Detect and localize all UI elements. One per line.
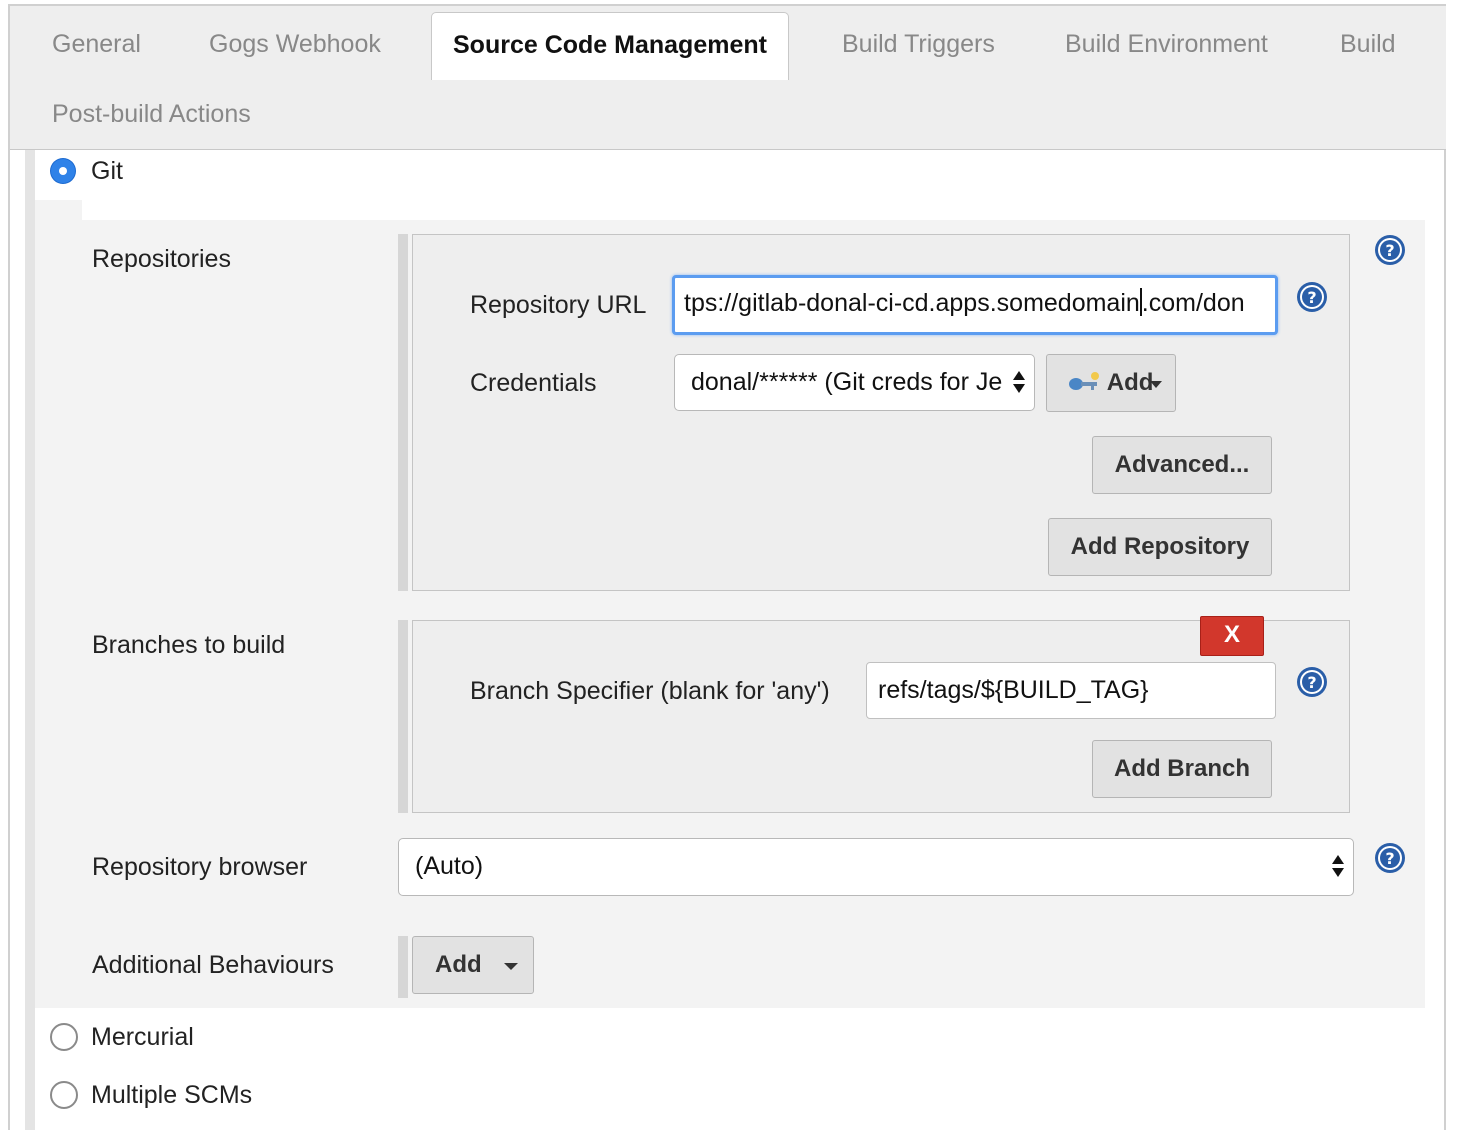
repository-url-input[interactable]: tps://gitlab-donal-ci-cd.apps.somedomain… bbox=[672, 275, 1278, 335]
svg-text:?: ? bbox=[1385, 241, 1394, 260]
tab-source-code-management[interactable]: Source Code Management bbox=[431, 12, 789, 80]
multiple-scms-radio[interactable] bbox=[50, 1081, 78, 1109]
mercurial-radio[interactable] bbox=[50, 1023, 78, 1051]
credentials-label: Credentials bbox=[470, 369, 597, 397]
key-icon bbox=[1069, 371, 1099, 390]
tab-bar: General Gogs Webhook Source Code Managem… bbox=[10, 6, 1446, 150]
git-radio-label[interactable]: Git bbox=[91, 157, 123, 186]
additional-behaviours-add-label: Add bbox=[435, 951, 482, 978]
section-indent-bar bbox=[25, 150, 35, 1130]
tab-general[interactable]: General bbox=[52, 30, 141, 59]
repository-url-value-start: tps://gitlab-donal-ci-cd.apps.somedomain bbox=[684, 289, 1140, 317]
tab-build[interactable]: Build bbox=[1340, 30, 1396, 59]
select-updown-icon bbox=[1013, 371, 1025, 393]
branch-specifier-label: Branch Specifier (blank for 'any') bbox=[470, 677, 830, 705]
additional-behaviours-label: Additional Behaviours bbox=[92, 951, 334, 979]
credentials-value: donal/****** (Git creds for Je bbox=[691, 368, 1003, 396]
svg-text:?: ? bbox=[1307, 673, 1316, 692]
credentials-add-label: Add bbox=[1106, 369, 1154, 396]
tab-build-triggers[interactable]: Build Triggers bbox=[842, 30, 995, 59]
advanced-button[interactable]: Advanced... bbox=[1092, 436, 1272, 494]
branches-bar bbox=[398, 620, 408, 813]
repository-browser-help-icon[interactable]: ? bbox=[1374, 842, 1406, 874]
select-updown-icon bbox=[1332, 855, 1344, 877]
tab-gogs-webhook[interactable]: Gogs Webhook bbox=[209, 30, 381, 59]
mercurial-radio-label[interactable]: Mercurial bbox=[91, 1023, 194, 1052]
repository-url-label: Repository URL bbox=[470, 291, 647, 319]
tab-build-environment[interactable]: Build Environment bbox=[1065, 30, 1268, 59]
repositories-label: Repositories bbox=[92, 245, 231, 273]
add-repository-button[interactable]: Add Repository bbox=[1048, 518, 1272, 576]
delete-branch-button[interactable]: X bbox=[1200, 616, 1264, 656]
additional-behaviours-add-button[interactable]: Add bbox=[412, 936, 534, 994]
repository-browser-label: Repository browser bbox=[92, 853, 308, 881]
svg-text:?: ? bbox=[1385, 849, 1394, 868]
add-branch-button[interactable]: Add Branch bbox=[1092, 740, 1272, 798]
tab-post-build-actions[interactable]: Post-build Actions bbox=[52, 100, 251, 129]
branches-to-build-label: Branches to build bbox=[92, 631, 286, 659]
caret-down-icon bbox=[1150, 380, 1163, 388]
svg-text:?: ? bbox=[1307, 288, 1316, 307]
branch-specifier-input[interactable]: refs/tags/${BUILD_TAG} bbox=[866, 662, 1276, 719]
help-icon[interactable]: ? bbox=[1374, 234, 1406, 266]
additional-behaviours-bar bbox=[398, 936, 408, 998]
credentials-select[interactable]: donal/****** (Git creds for Je bbox=[674, 354, 1035, 411]
repository-url-help-icon[interactable]: ? bbox=[1296, 281, 1328, 313]
git-radio[interactable] bbox=[51, 159, 75, 183]
repositories-bar bbox=[398, 234, 408, 591]
repository-browser-value: (Auto) bbox=[415, 852, 484, 880]
repository-url-value-end: .com/don bbox=[1141, 289, 1245, 317]
multiple-scms-radio-label[interactable]: Multiple SCMs bbox=[91, 1081, 252, 1110]
branch-specifier-help-icon[interactable]: ? bbox=[1296, 666, 1328, 698]
credentials-add-button[interactable]: Add bbox=[1046, 354, 1176, 412]
repository-browser-select[interactable]: (Auto) bbox=[398, 838, 1354, 896]
caret-down-icon bbox=[504, 962, 519, 970]
git-panel-top-gap bbox=[82, 200, 1425, 220]
